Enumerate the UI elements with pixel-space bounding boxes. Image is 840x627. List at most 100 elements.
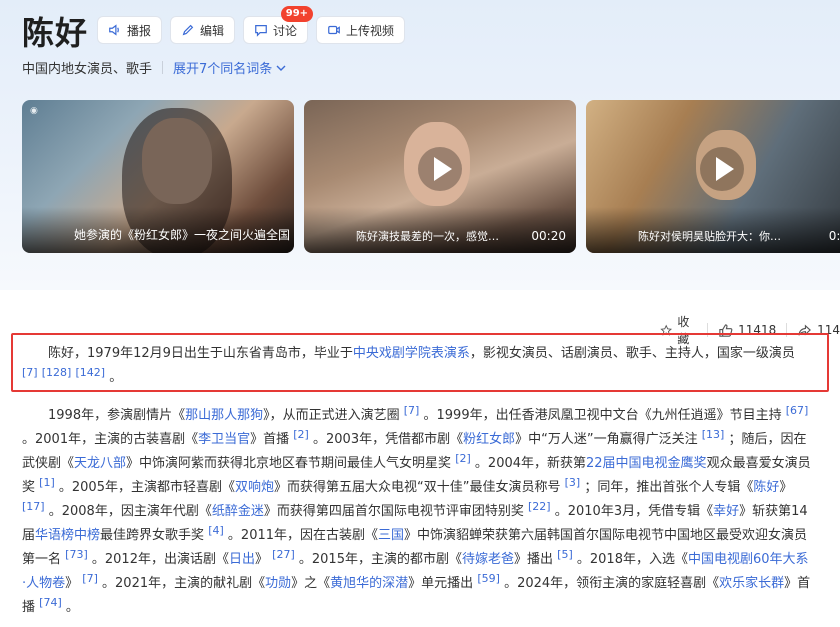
broadcast-button[interactable]: 播报 <box>97 16 163 44</box>
paragraph-text: 》中饰演阿紫而获得北京地区春节期间最佳人气女明星奖 <box>126 456 452 471</box>
entry-link[interactable]: 黄旭华的深潜 <box>330 576 408 591</box>
pencil-icon <box>182 24 194 36</box>
paragraph-text: 。2024年，领衔主演的家庭轻喜剧《 <box>504 576 720 591</box>
paragraph-text: 》之《 <box>291 576 331 591</box>
reference-link[interactable]: [73] <box>65 548 88 561</box>
summary-paragraph: 陈好，1979年12月9日出生于山东省青岛市，毕业于中央戏剧学院表演系，影视女演… <box>22 342 812 390</box>
reference-link[interactable]: [17] <box>22 500 45 513</box>
reference-link[interactable]: [7] <box>404 404 420 417</box>
paragraph-text: 》 <box>779 480 793 495</box>
paragraph-text: 。2012年，出演话剧《 <box>91 552 229 567</box>
entry-link[interactable]: 天龙八部 <box>74 456 126 471</box>
entry-link[interactable]: 欢乐家长群 <box>719 576 784 591</box>
school-link[interactable]: 中央戏剧学院表演系 <box>353 346 470 361</box>
entry-header: 陈好 播报 编辑 讨论 99+ 上传视频 中国内地女演员、歌手 展开7个同名词条 <box>0 0 840 290</box>
video-caption: 她参演的《粉红女郎》一夜之间火遍全国 <box>74 228 291 242</box>
entry-link[interactable]: 纸醉金迷 <box>212 504 264 519</box>
paragraph-text: 》，从而正式进入演艺圈 <box>263 408 400 423</box>
reference-link[interactable]: [67] <box>786 404 809 417</box>
paragraph-text: 。2021年，主演的献礼剧《 <box>102 576 266 591</box>
paragraph-text: 》首播 <box>250 432 290 447</box>
action-bar: 播报 编辑 讨论 99+ 上传视频 <box>97 6 406 44</box>
video-carousel: ◉ 她参演的《粉红女郎》一夜之间火遍全国 陈好演技最差的一次，感觉… 00:20… <box>22 100 840 253</box>
channel-logo: ◉ <box>30 106 38 116</box>
summary-text: ，影视女演员、话剧演员、歌手、主持人，国家一级演员 <box>469 346 795 361</box>
upload-video-label: 上传视频 <box>346 23 395 38</box>
video-caption: 陈好对侯明昊贴脸开大：你… <box>638 230 781 243</box>
reference-link[interactable]: [142] <box>75 366 105 379</box>
paragraph-text: 》中“万人迷”一角赢得广泛关注 <box>515 432 698 447</box>
reference-link[interactable]: [5] <box>557 548 573 561</box>
entry-link[interactable]: 华语榜中榜 <box>35 528 100 543</box>
paragraph-text: 。1999年，出任香港凤凰卫视中文台《九州任逍遥》节目主持 <box>423 408 782 423</box>
paragraph-text: 。2010年3月，凭借专辑《 <box>554 504 714 519</box>
entry-link[interactable]: 三国 <box>378 528 404 543</box>
video-card[interactable]: ◉ 她参演的《粉红女郎》一夜之间火遍全国 <box>22 100 294 253</box>
paragraph-text: 》播出 <box>514 552 554 567</box>
paragraph-text: 。2018年，入选《 <box>576 552 688 567</box>
entry-link[interactable]: 李卫当官 <box>198 432 250 447</box>
paragraph-text: ；同年，推出首张个人专辑《 <box>584 480 754 495</box>
reference-link[interactable]: [128] <box>42 366 72 379</box>
broadcast-label: 播报 <box>127 23 152 38</box>
video-duration: 0:1 <box>828 229 840 243</box>
reference-link[interactable]: [1] <box>39 476 55 489</box>
entry-link[interactable]: 22届中国电视金鹰奖 <box>586 456 707 471</box>
reference-link[interactable]: [2] <box>455 452 471 465</box>
paragraph-text: 最佳跨界女歌手奖 <box>100 528 205 543</box>
paragraph-text: 。2011年，因在古装剧《 <box>227 528 379 543</box>
speaker-icon <box>109 24 119 36</box>
chevron-down-icon <box>276 65 286 71</box>
entry-link[interactable]: 那山那人那狗 <box>185 408 263 423</box>
entry-link[interactable]: 双响炮 <box>235 480 274 495</box>
paragraph-text: 》而获得第四届首尔国际电视节评审团特别奖 <box>263 504 524 519</box>
video-card[interactable]: 陈好演技最差的一次，感觉… 00:20 <box>304 100 576 253</box>
reference-link[interactable]: [3] <box>565 476 581 489</box>
reference-link[interactable]: [2] <box>293 428 309 441</box>
entry-link[interactable]: 日出 <box>229 552 255 567</box>
paragraph-text: 》单元播出 <box>408 576 474 591</box>
entry-link[interactable]: 陈好 <box>753 480 779 495</box>
paragraph-text: 》 <box>255 552 269 567</box>
reference-link[interactable]: [4] <box>208 524 224 537</box>
reference-link[interactable]: [7] <box>22 366 38 379</box>
paragraph-text: 》而获得第五届大众电视“双十佳”最佳女演员称号 <box>274 480 561 495</box>
entry-link[interactable]: 待嫁老爸 <box>462 552 514 567</box>
paragraph-text: 。2001年，主演的古装喜剧《 <box>22 432 199 447</box>
reference-link[interactable]: [13] <box>702 428 725 441</box>
paragraph-text: 。 <box>65 600 79 615</box>
discuss-count-badge: 99+ <box>280 6 314 22</box>
reference-link[interactable]: [59] <box>477 572 500 585</box>
video-camera-icon <box>328 25 340 35</box>
summary-text: 陈好，1979年12月9日出生于山东省青岛市，毕业于 <box>48 346 353 361</box>
video-duration: 00:20 <box>531 229 566 243</box>
paragraph-text: 。2008年，因主演年代剧《 <box>48 504 212 519</box>
description-text: 中国内地女演员、歌手 <box>22 62 153 77</box>
edit-button[interactable]: 编辑 <box>170 16 236 44</box>
entry-link[interactable]: 粉红女郎 <box>463 432 515 447</box>
discuss-label: 讨论 <box>273 23 298 38</box>
reference-link[interactable]: [27] <box>272 548 295 561</box>
career-paragraph: 1998年，参演剧情片《那山那人那狗》，从而正式进入演艺圈 [7] 。1999年… <box>22 404 812 620</box>
reference-link[interactable]: [74] <box>39 596 62 609</box>
paragraph-text: 1998年，参演剧情片《 <box>48 408 186 423</box>
entry-link[interactable]: 功勋 <box>265 576 291 591</box>
play-icon[interactable] <box>418 146 462 191</box>
reference-link[interactable]: [22] <box>528 500 551 513</box>
discuss-button[interactable]: 讨论 99+ <box>243 6 314 44</box>
chat-bubble-icon <box>255 25 267 37</box>
entry-link[interactable]: 幸好 <box>713 504 739 519</box>
paragraph-text: 。2015年，主演的都市剧《 <box>298 552 462 567</box>
summary-text: 。 <box>109 370 123 385</box>
paragraph-text: 。2003年，凭借都市剧《 <box>313 432 464 447</box>
expand-homonyms-link[interactable]: 展开7个同名词条 <box>173 58 286 77</box>
play-icon[interactable] <box>700 146 744 191</box>
paragraph-text: 。2005年，主演都市轻喜剧《 <box>58 480 235 495</box>
subtitle-divider <box>162 61 164 74</box>
paragraph-text: 》 <box>65 576 79 591</box>
video-card[interactable]: 陈好对侯明昊贴脸开大：你… 0:1 <box>586 100 840 253</box>
page-title: 陈好 <box>22 14 89 52</box>
upload-video-button[interactable]: 上传视频 <box>316 16 406 44</box>
reference-link[interactable]: [7] <box>82 572 98 585</box>
paragraph-text: 。2004年，新获第 <box>474 456 587 471</box>
